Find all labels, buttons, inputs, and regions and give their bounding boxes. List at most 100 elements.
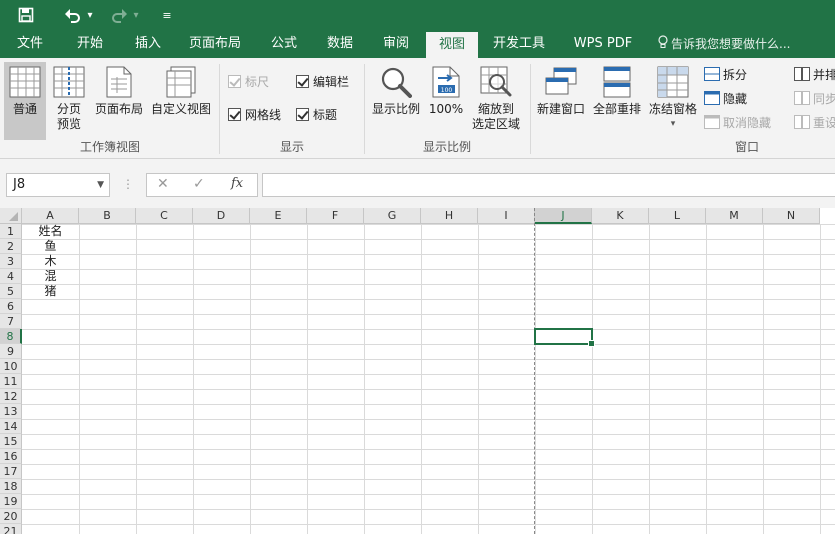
undo-icon[interactable] — [62, 4, 84, 26]
row-header-15[interactable]: 15 — [0, 434, 22, 449]
ruler-checkbox[interactable]: 标尺 — [228, 72, 269, 90]
hide-window-icon — [704, 91, 720, 105]
active-cell-j8[interactable] — [534, 328, 595, 347]
zoom-to-selection-button[interactable]: 缩放到 选定区域 — [468, 62, 524, 140]
row-header-1[interactable]: 1 — [0, 224, 22, 239]
tab-insert[interactable]: 插入 — [122, 30, 174, 58]
formula-bar-check-icon — [296, 74, 309, 88]
tab-view[interactable]: 视图 — [426, 32, 478, 58]
page-layout-label: 页面布局 — [94, 102, 143, 116]
freeze-panes-dropdown-icon[interactable]: ▾ — [646, 117, 700, 132]
custom-views-button[interactable]: 自定义视图 — [148, 62, 214, 140]
row-header-18[interactable]: 18 — [0, 479, 22, 494]
unhide-button[interactable]: 取消隐藏 — [704, 112, 771, 132]
row-header-10[interactable]: 10 — [0, 359, 22, 374]
formula-bar-checkbox[interactable]: 编辑栏 — [296, 72, 349, 90]
tell-me-search[interactable]: 告诉我您想要做什么... — [658, 30, 790, 58]
enter-icon[interactable]: ✓ — [193, 176, 205, 192]
row-header-17[interactable]: 17 — [0, 464, 22, 479]
row-header-14[interactable]: 14 — [0, 419, 22, 434]
column-header-a[interactable]: A — [22, 208, 79, 224]
tab-home[interactable]: 开始 — [64, 30, 116, 58]
row-header-2[interactable]: 2 — [0, 239, 22, 254]
zoom-group-label: 显示比例 — [422, 140, 471, 154]
name-box-dropdown-icon[interactable]: ▼ — [97, 174, 104, 196]
column-header-b[interactable]: B — [79, 208, 136, 224]
cell-a1[interactable]: 姓名 — [22, 224, 79, 239]
gridlines — [22, 224, 835, 534]
column-header-m[interactable]: M — [706, 208, 763, 224]
row-header-12[interactable]: 12 — [0, 389, 22, 404]
row-header-6[interactable]: 6 — [0, 299, 22, 314]
column-header-k[interactable]: K — [592, 208, 649, 224]
zoom-100-button[interactable]: 100 100% — [426, 62, 466, 140]
column-header-i[interactable]: I — [478, 208, 535, 224]
worksheet-grid[interactable]: A B C D E F G H I J K L M N 1 2 3 4 5 6 7 8 9 10 11 12 13 14 15 16 17 1… — [0, 208, 835, 534]
side-by-side-label: 并排 — [813, 67, 835, 82]
tab-file[interactable]: 文件 — [4, 30, 56, 58]
sync-scroll-label: 同步 — [813, 91, 835, 106]
row-header-16[interactable]: 16 — [0, 449, 22, 464]
column-header-l[interactable]: L — [649, 208, 706, 224]
cell-a3[interactable]: 木 — [22, 254, 79, 269]
row-header-3[interactable]: 3 — [0, 254, 22, 269]
tab-developer[interactable]: 开发工具 — [484, 30, 554, 58]
column-header-d[interactable]: D — [193, 208, 250, 224]
sync-scroll-button[interactable]: 同步 — [794, 88, 835, 108]
redo-dropdown-icon[interactable]: ▾ — [130, 4, 142, 26]
undo-dropdown-icon[interactable]: ▾ — [84, 4, 96, 26]
column-header-g[interactable]: G — [364, 208, 421, 224]
split-label: 拆分 — [723, 67, 748, 82]
tab-formulas[interactable]: 公式 — [258, 30, 310, 58]
column-header-j[interactable]: J — [535, 208, 592, 224]
side-by-side-button[interactable]: 并排 — [794, 64, 835, 84]
column-header-n[interactable]: N — [763, 208, 820, 224]
ruler-check-icon — [228, 74, 241, 88]
page-break-preview-label-2: 预览 — [56, 117, 81, 131]
tab-data[interactable]: 数据 — [314, 30, 366, 58]
normal-view-icon — [4, 62, 46, 102]
split-button[interactable]: 拆分 — [704, 64, 747, 84]
row-header-20[interactable]: 20 — [0, 509, 22, 524]
select-all-corner[interactable] — [0, 208, 22, 224]
tab-page-layout[interactable]: 页面布局 — [180, 30, 250, 58]
cell-a5[interactable]: 猪 — [22, 284, 79, 299]
zoom-button[interactable]: 显示比例 — [368, 62, 424, 140]
row-header-11[interactable]: 11 — [0, 374, 22, 389]
page-break-preview-button[interactable]: 分页 预览 — [48, 62, 90, 140]
hide-button[interactable]: 隐藏 — [704, 88, 747, 108]
page-layout-view-button[interactable]: 页面布局 — [92, 62, 146, 140]
column-header-e[interactable]: E — [250, 208, 307, 224]
row-header-21[interactable]: 21 — [0, 524, 22, 534]
cell-a4[interactable]: 混 — [22, 269, 79, 284]
save-icon[interactable] — [14, 4, 38, 26]
row-header-19[interactable]: 19 — [0, 494, 22, 509]
freeze-panes-button[interactable]: 冻结窗格 ▾ — [646, 62, 700, 140]
row-header-9[interactable]: 9 — [0, 344, 22, 359]
name-box[interactable]: J8 ▼ — [6, 173, 110, 197]
arrange-all-button[interactable]: 全部重排 — [590, 62, 644, 140]
row-header-4[interactable]: 4 — [0, 269, 22, 284]
column-header-c[interactable]: C — [136, 208, 193, 224]
tab-wps-pdf[interactable]: WPS PDF — [564, 30, 642, 58]
row-header-7[interactable]: 7 — [0, 314, 22, 329]
gridlines-checkbox[interactable]: 网格线 — [228, 105, 281, 123]
column-header-f[interactable]: F — [307, 208, 364, 224]
headings-label: 标题 — [313, 107, 338, 122]
customize-icon[interactable]: ≡ — [158, 4, 176, 26]
reset-position-button[interactable]: 重设 — [794, 112, 835, 132]
row-header-8[interactable]: 8 — [0, 329, 22, 344]
insert-function-icon[interactable]: fx — [231, 176, 243, 191]
formula-input[interactable] — [262, 173, 835, 197]
cancel-icon[interactable]: ✕ — [157, 176, 169, 192]
normal-view-button[interactable]: 普通 — [4, 62, 46, 140]
cell-a2[interactable]: 鱼 — [22, 239, 79, 254]
row-header-13[interactable]: 13 — [0, 404, 22, 419]
new-window-button[interactable]: 新建窗口 — [534, 62, 588, 140]
row-header-5[interactable]: 5 — [0, 284, 22, 299]
formula-bar-resize-handle[interactable]: ⋮ — [122, 177, 134, 191]
redo-icon[interactable] — [108, 4, 130, 26]
headings-checkbox[interactable]: 标题 — [296, 105, 337, 123]
tab-review[interactable]: 审阅 — [370, 30, 422, 58]
column-header-h[interactable]: H — [421, 208, 478, 224]
